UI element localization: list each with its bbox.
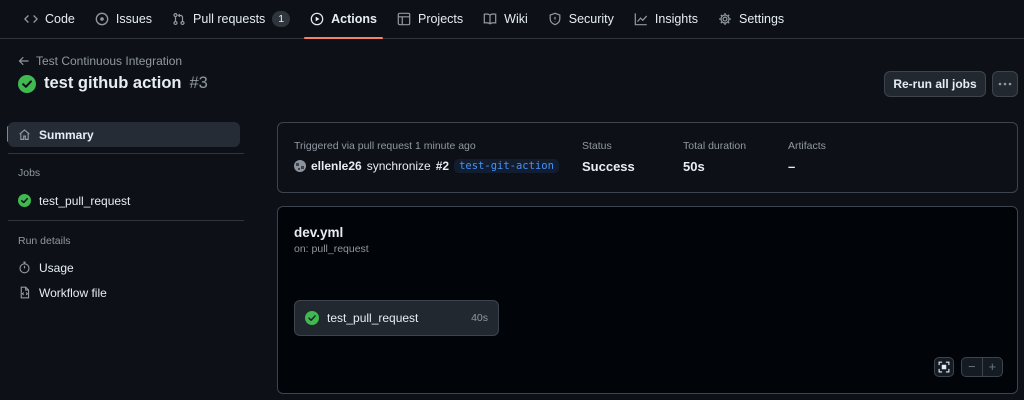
book-icon [483, 13, 497, 25]
actor-name[interactable]: ellenle26 [311, 159, 362, 173]
artifacts-label: Artifacts [788, 140, 826, 152]
home-icon [19, 129, 30, 140]
jobs-heading: Jobs [18, 167, 41, 179]
issue-icon [95, 12, 109, 26]
shield-icon [549, 12, 561, 26]
branch-badge[interactable]: test-git-action [454, 159, 559, 173]
check-circle-icon [18, 194, 31, 207]
sidebar-item-usage[interactable]: Usage [18, 255, 74, 280]
tab-code-label: Code [45, 12, 75, 26]
tab-pull-requests-label: Pull requests [193, 12, 266, 26]
check-circle-icon [305, 311, 319, 325]
duration-value: 50s [683, 159, 705, 174]
workflow-graph: dev.yml on: pull_request test_pull_reque… [277, 206, 1018, 394]
tab-projects[interactable]: Projects [389, 0, 471, 38]
artifacts-value: – [788, 159, 796, 174]
sidebar-item-summary[interactable]: Summary [8, 122, 240, 147]
code-icon [24, 15, 38, 23]
screen-full-icon [938, 361, 950, 373]
job-node[interactable]: test_pull_request 40s [294, 300, 499, 336]
sidebar-job-label: test_pull_request [39, 193, 131, 208]
run-title-text: test github action [44, 74, 182, 92]
tab-issues[interactable]: Issues [87, 0, 160, 38]
back-link-label: Test Continuous Integration [36, 54, 183, 68]
duration-label: Total duration [683, 140, 747, 152]
arrow-left-icon [18, 56, 29, 66]
sidebar-usage-label: Usage [39, 260, 74, 275]
zoom-out-button[interactable]: − [962, 358, 982, 376]
tab-actions-label: Actions [331, 12, 377, 26]
triggered-label: Triggered via pull request 1 minute ago [294, 140, 476, 152]
sidebar-workflow-file-label: Workflow file [39, 285, 107, 300]
table-icon [397, 12, 411, 26]
tab-insights-label: Insights [654, 12, 698, 26]
pull-requests-count: 1 [272, 11, 291, 27]
job-node-name: test_pull_request [327, 311, 419, 325]
page-title: test github action #3 [18, 74, 208, 93]
trigger-action: synchronize [366, 159, 431, 173]
fullscreen-button[interactable] [934, 357, 954, 377]
kebab-horizontal-icon [998, 82, 1012, 86]
run-details-heading: Run details [18, 235, 71, 247]
more-options-button[interactable] [992, 71, 1018, 97]
graph-icon [634, 13, 648, 26]
avatar[interactable] [294, 160, 306, 172]
tab-pull-requests[interactable]: Pull requests 1 [164, 0, 298, 38]
rerun-all-jobs-button[interactable]: Re-run all jobs [884, 71, 986, 97]
zoom-in-button[interactable]: + [981, 358, 1003, 376]
repo-tab-nav: Code Issues Pull requests 1 Actions Proj… [0, 0, 1024, 39]
tab-security[interactable]: Security [540, 0, 622, 38]
sidebar-item-job[interactable]: test_pull_request [18, 188, 130, 213]
job-node-duration: 40s [471, 312, 488, 324]
sidebar-divider [8, 153, 244, 154]
tab-insights[interactable]: Insights [626, 0, 706, 38]
trigger-details: ellenle26 synchronize #2 test-git-action [294, 159, 559, 173]
tab-security-label: Security [568, 12, 614, 26]
tab-wiki[interactable]: Wiki [475, 0, 536, 38]
tab-settings-label: Settings [739, 12, 785, 26]
run-summary-card: Triggered via pull request 1 minute ago … [277, 122, 1018, 193]
tab-wiki-label: Wiki [504, 12, 528, 26]
sidebar-item-workflow-file[interactable]: Workflow file [18, 280, 107, 305]
run-number: #3 [189, 74, 208, 92]
tab-issues-label: Issues [115, 12, 153, 26]
zoom-controls: − + [961, 357, 1003, 377]
workflow-file-name: dev.yml [294, 225, 344, 240]
sidebar-divider [8, 220, 244, 221]
gear-icon [719, 13, 731, 25]
sidebar-summary-label: Summary [39, 127, 94, 142]
tab-actions[interactable]: Actions [302, 0, 385, 39]
check-circle-icon [18, 74, 36, 93]
status-label: Status [582, 140, 612, 152]
pull-request-icon [173, 12, 185, 26]
tab-settings[interactable]: Settings [710, 0, 792, 38]
tab-code[interactable]: Code [16, 0, 83, 38]
pr-number-link[interactable]: #2 [436, 159, 449, 173]
tab-projects-label: Projects [417, 12, 464, 26]
play-icon [310, 12, 324, 26]
stopwatch-icon [19, 261, 30, 274]
file-code-icon [20, 286, 30, 299]
workflow-trigger: on: pull_request [294, 243, 369, 255]
back-to-workflow-link[interactable]: Test Continuous Integration [18, 54, 182, 68]
status-value: Success [582, 159, 635, 174]
